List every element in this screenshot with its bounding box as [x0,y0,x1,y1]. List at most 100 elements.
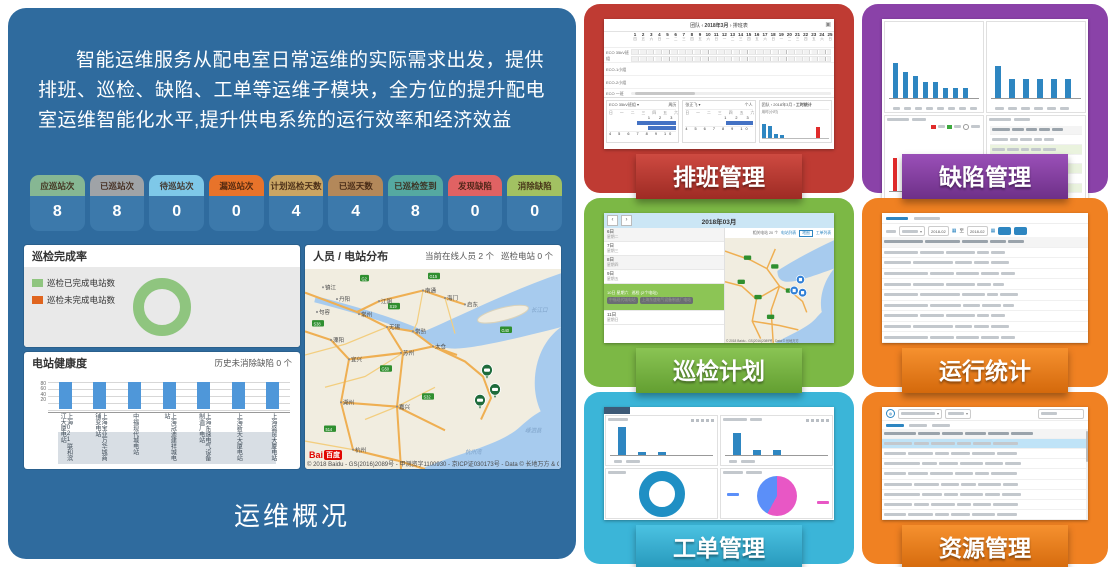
calendar-header: ‹ › 2018年03月 [604,213,834,228]
table-row[interactable] [882,248,1088,259]
station-chip[interactable]: 上海东速电气设备制造厂电站 [640,297,693,304]
plan-map-area: 相关电站 20 个 电站列表 地图 工单列表 [725,228,834,343]
schedule-row: ECO 35kV班组 [604,48,834,63]
day-list: 6日星期二7日星期三8日星期四9日星期五10日 星期六巡检 (2个电站)中福现代… [604,228,725,343]
svg-text:G50: G50 [382,366,390,371]
schedule-date-header: 1四2五3六4日5一6二7三8四9五10六11日12一13二14三15四16五1… [604,32,834,48]
table-row[interactable] [882,279,1088,290]
table-row[interactable] [882,439,1086,449]
station-select[interactable]: ▾ [898,409,942,419]
schedule-header: 团队 ‹ 2018年3月 › 排班表 [690,22,748,29]
table-row[interactable] [882,332,1088,343]
plan-day-row-selected[interactable]: 10日 星期六巡检 (2个电站)中福现代城电站上海东速电气设备制造厂电站 [604,284,724,311]
personnel-station-map-panel: 人员 / 电站分布 当前在线人员 2 个 巡检电站 0 个 [305,245,561,469]
plan-day-row[interactable]: 6日星期二 [604,228,724,242]
plan-day-row[interactable]: 9日星期五 [604,270,724,284]
defect-bar-chart-2 [986,21,1086,113]
plan-day-row[interactable]: 8日星期四 [604,256,724,270]
svg-text:江阴: 江阴 [381,297,392,305]
rate-legend-icon [963,124,969,130]
table-row[interactable] [990,135,1082,145]
module-card-run-stats: ▾ 2018-02 ▦ 至 2018-02 ▦ 运行统计 [862,198,1108,387]
type-select[interactable]: ▾ [945,409,971,419]
svg-text:嵊泗县: 嵊泗县 [525,427,542,434]
export-button[interactable] [1014,227,1027,235]
svg-text:常熟: 常熟 [415,327,426,335]
resources-screenshot: ◍ ▾ ▾ [882,407,1088,520]
chevron-down-icon[interactable]: ▾ [698,102,700,107]
date-from-input[interactable]: 2018-02 [928,226,949,236]
date-to-input[interactable]: 2018-02 [967,226,988,236]
panel-title: 巡检完成率 [32,248,87,264]
next-icon[interactable]: › [730,23,732,29]
table-row[interactable] [882,490,1086,500]
table-row[interactable] [882,449,1086,459]
baidu-map[interactable]: G2G15S19S38G50G40S32514 镇江丹阳句容常州江阴南通海门启东… [305,269,561,469]
module-card-inspection-plan: ‹ › 2018年03月 6日星期二7日星期三8日星期四9日星期五10日 星期六… [584,198,854,387]
svg-text:句容: 句容 [319,308,330,316]
defect-bar-chart-1 [884,21,984,113]
health-bar-column: 中福现代城电站 [117,382,152,469]
calendar-icon[interactable]: ▣ [825,21,831,28]
panel-caption: 运维概况 [8,496,576,533]
table-row[interactable] [882,459,1086,469]
table-row[interactable] [882,301,1088,312]
table-row[interactable] [882,269,1088,280]
module-label-work-orders: 工单管理 [636,525,802,567]
station-chip[interactable]: 中福现代城电站 [607,297,638,304]
overview-panel: 智能运维服务从配电室日常运维的实际需求出发，提供排班、巡检、缺陷、工单等运维子模… [8,8,576,559]
online-personnel-note: 当前在线人员 2 个 [425,251,494,261]
pie-label-left [727,493,739,496]
table-row[interactable] [882,510,1086,520]
team-week-calendar: ECO 35kV班组 ▾ 周历 日 一 二 三 四 五 六 1 2 3 4 5 … [606,100,679,143]
tab-map[interactable]: 地图 [799,230,813,237]
info-icon[interactable]: ◍ [886,409,895,418]
table-row[interactable] [882,258,1088,269]
health-bar-column: 上海冠迪建祥城电站 [152,382,187,469]
panel-title: 人员 / 电站分布 [313,248,388,264]
stat-card: 计划巡检天数4 [269,175,324,231]
svg-text:太仓: 太仓 [435,342,446,350]
svg-text:启东: 启东 [467,300,478,308]
related-station-count: 相关电站 20 个 [753,231,778,236]
loop-select[interactable]: ▾ [899,226,925,236]
plan-map[interactable] [725,238,834,343]
plan-day-row[interactable]: 11日星期日 [604,311,724,325]
svg-text:G15: G15 [430,274,438,279]
table-row[interactable] [882,469,1086,479]
table-row[interactable] [882,290,1088,301]
stat-card: 消除缺陷0 [507,175,562,231]
horizontal-scrollbar[interactable] [631,92,831,95]
chevron-down-icon[interactable]: ▾ [637,102,639,107]
search-input[interactable] [1038,409,1084,419]
table-row[interactable] [882,500,1086,510]
query-button[interactable] [998,227,1011,235]
trend-legend [931,124,980,130]
workorder-pie-chart [720,468,833,519]
chart-toolbar-icons[interactable] [806,419,829,422]
chart-toolbar-icons[interactable] [691,419,714,422]
tab-workorder-list[interactable]: 工单列表 [816,231,831,236]
inspection-plan-screenshot: ‹ › 2018年03月 6日星期二7日星期三8日星期四9日星期五10日 星期六… [604,213,834,343]
work-hours-chart: 团队 ‹ 2018年3月 › 工时统计 用时(小时) [759,100,832,143]
table-row[interactable] [882,322,1088,333]
shift-chips[interactable] [631,48,831,63]
stats-tabs[interactable] [882,213,1088,224]
health-bar-column: 上海新天大厦电站 [221,382,256,469]
vertical-scrollbar[interactable] [1086,429,1088,520]
calendar-icon[interactable]: ▦ [952,228,957,234]
intro-text: 智能运维服务从配电室日常运维的实际需求出发，提供排班、巡检、缺陷、工单等运维子模… [8,8,576,136]
work-orders-screenshot [604,407,834,520]
inspect-station-note: 巡检电站 0 个 [501,251,553,261]
tab-station-list[interactable]: 电站列表 [781,231,796,236]
table-header-row [882,237,1088,248]
table-row[interactable] [882,311,1088,322]
table-row[interactable] [882,480,1086,490]
schedule-screenshot: 团队 ‹ 2018年3月 › 排班表 ▣ 1四2五3六4日5一6二7三8四9五1… [604,19,834,149]
svg-text:长江口: 长江口 [531,307,549,314]
health-bar-column: 上海东速电气设备制造厂电站 [186,382,221,469]
run-stats-screenshot: ▾ 2018-02 ▦ 至 2018-02 ▦ [882,213,1088,343]
calendar-icon[interactable]: ▦ [991,228,996,234]
prev-icon[interactable]: ‹ [701,23,703,29]
plan-day-row[interactable]: 7日星期三 [604,242,724,256]
